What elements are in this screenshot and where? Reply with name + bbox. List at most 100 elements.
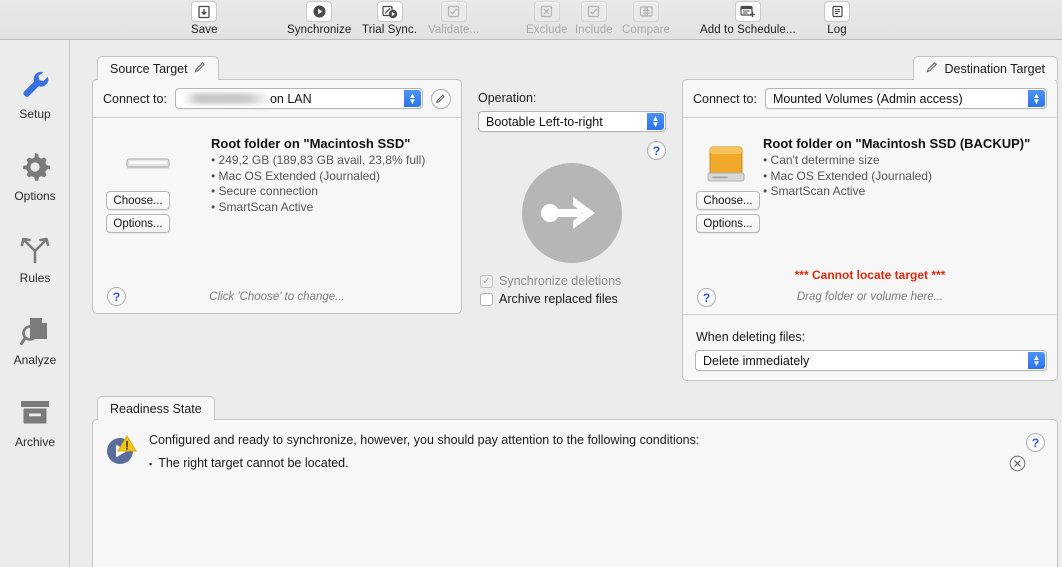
- redacted-hostname: [182, 93, 267, 104]
- operation-value: Bootable Left-to-right: [486, 114, 603, 129]
- toolbar-button-add-to-schedule[interactable]: Add to Schedule...: [700, 0, 796, 40]
- source-connect-value: on LAN: [269, 91, 312, 106]
- readiness-message: Configured and ready to synchronize, how…: [149, 433, 700, 447]
- toolbar-button-validate[interactable]: Validate...: [428, 0, 479, 40]
- sidebar-item-analyze[interactable]: Analyze: [0, 304, 70, 374]
- mac-mini-icon: [125, 152, 171, 181]
- tab-readiness-state-label: Readiness State: [110, 401, 202, 416]
- destination-detail-0: • Can't determine size: [763, 153, 880, 167]
- source-detail-3: • SmartScan Active: [211, 199, 314, 214]
- toolbar-button-include[interactable]: Include: [575, 0, 613, 40]
- synchronize-deletions-label: Synchronize deletions: [499, 274, 622, 288]
- operation-label: Operation:: [478, 91, 537, 105]
- close-circle-icon[interactable]: [1009, 455, 1026, 477]
- tab-destination-target[interactable]: Destination Target: [913, 56, 1058, 80]
- toolbar-label-save: Save: [191, 24, 218, 36]
- toolbar-button-save[interactable]: Save: [191, 0, 218, 40]
- destination-options-button[interactable]: Options...: [696, 214, 760, 233]
- source-detail-2: • Secure connection: [211, 184, 318, 198]
- archive-icon: [19, 394, 51, 432]
- destination-delete-combo[interactable]: Delete immediately ▲ ▼: [695, 350, 1047, 371]
- wrench-icon: [18, 66, 52, 104]
- destination-connect-value: Mounted Volumes (Admin access): [772, 91, 963, 106]
- toolbar-label-include: Include: [575, 24, 613, 36]
- destination-connect-label: Connect to:: [693, 91, 757, 106]
- tab-destination-target-label: Destination Target: [944, 61, 1045, 76]
- synchronize-deletions-checkbox[interactable]: ✓: [480, 274, 493, 288]
- readiness-state-panel: Configured and ready to synchronize, how…: [92, 419, 1058, 567]
- external-drive-icon: [705, 143, 747, 190]
- source-choose-button[interactable]: Choose...: [106, 191, 170, 210]
- pencil-icon: [194, 61, 206, 76]
- archive-replaced-files-checkbox[interactable]: [480, 292, 493, 306]
- tab-source-target[interactable]: Source Target: [97, 56, 219, 80]
- operation-checkboxes: ✓ Synchronize deletions Archive replaced…: [480, 274, 621, 310]
- toolbar-button-compare[interactable]: Compare: [622, 0, 670, 40]
- toolbar-button-exclude[interactable]: Exclude: [526, 0, 568, 40]
- source-connect-row: Connect to: on LAN ▲ ▼: [93, 80, 461, 118]
- operation-help-button[interactable]: ?: [647, 141, 666, 160]
- sidebar-label-archive: Archive: [14, 434, 55, 449]
- include-check-icon: [580, 1, 607, 22]
- destination-footer-hint: Drag folder or volume here...: [796, 291, 944, 303]
- archive-replaced-files-label: Archive replaced files: [499, 292, 618, 306]
- toolbar-label-trial-sync: Trial Sync.: [362, 24, 417, 36]
- checkbox-row-archive-replaced-files[interactable]: Archive replaced files: [480, 292, 621, 306]
- destination-info-details: • Can't determine size • Mac OS Extended…: [763, 153, 932, 200]
- pencil-circle-icon[interactable]: [430, 88, 451, 109]
- chevron-updown-icon[interactable]: ▲ ▼: [647, 113, 664, 130]
- toolbar-button-log[interactable]: Log: [824, 0, 850, 40]
- source-detail-0: • 249,2 GB (189,83 GB avail, 23,8% full): [211, 153, 426, 167]
- toolbar-button-synchronize[interactable]: Synchronize: [287, 0, 351, 40]
- destination-delete-value: Delete immediately: [703, 353, 810, 368]
- branch-icon: [19, 230, 51, 268]
- destination-detail-1: • Mac OS Extended (Journaled): [763, 168, 932, 183]
- source-info-details: • 249,2 GB (189,83 GB avail, 23,8% full)…: [211, 153, 425, 215]
- destination-choose-button[interactable]: Choose...: [696, 191, 760, 210]
- toolbar-button-trial-sync[interactable]: Trial Sync.: [362, 0, 417, 40]
- operation-combo[interactable]: Bootable Left-to-right ▲ ▼: [478, 111, 666, 132]
- destination-divider: [683, 314, 1057, 315]
- operation-section: Operation: Bootable Left-to-right ▲ ▼ ? ✓…: [478, 91, 668, 306]
- bullet-marker: ▪: [149, 459, 153, 469]
- toolbar: Save Synchronize Trial Sync. Validate...…: [0, 0, 1062, 40]
- source-connect-combo[interactable]: on LAN ▲ ▼: [174, 88, 423, 109]
- chevron-updown-icon[interactable]: ▲ ▼: [1028, 90, 1045, 107]
- readiness-help-button[interactable]: ?: [1026, 433, 1045, 452]
- destination-error-text: *** Cannot locate target ***: [794, 268, 946, 282]
- gear-icon: [19, 148, 51, 186]
- sidebar-item-setup[interactable]: Setup: [0, 58, 70, 128]
- source-target-panel: Connect to: on LAN ▲ ▼ Root folder on "Ma…: [92, 79, 462, 314]
- sidebar-item-archive[interactable]: Archive: [0, 386, 70, 456]
- tab-source-target-label: Source Target: [110, 61, 188, 76]
- destination-connect-combo[interactable]: Mounted Volumes (Admin access) ▲ ▼: [764, 88, 1047, 109]
- chevron-updown-icon[interactable]: ▲ ▼: [403, 90, 421, 107]
- source-options-button[interactable]: Options...: [106, 214, 170, 233]
- chevron-updown-icon[interactable]: ▲ ▼: [1028, 352, 1045, 369]
- pencil-icon: [926, 61, 938, 76]
- checkbox-row-synchronize-deletions[interactable]: ✓ Synchronize deletions: [480, 274, 621, 288]
- validate-check-icon: [440, 1, 467, 22]
- add-schedule-icon: [734, 1, 761, 22]
- destination-info-title: Root folder on "Macintosh SSD (BACKUP)": [763, 136, 1031, 151]
- analyze-icon: [19, 312, 51, 350]
- tab-readiness-state[interactable]: Readiness State: [97, 396, 215, 420]
- source-detail-1: • Mac OS Extended (Journaled): [211, 168, 380, 183]
- sidebar-item-rules[interactable]: Rules: [0, 222, 70, 292]
- arrow-right-circle-icon: [522, 163, 622, 263]
- toolbar-label-synchronize: Synchronize: [287, 24, 352, 36]
- play-warning-icon: [105, 434, 137, 471]
- save-download-icon: [191, 1, 218, 22]
- toolbar-label-add-to-schedule: Add to Schedule...: [700, 24, 796, 36]
- sidebar-item-options[interactable]: Options: [0, 140, 70, 210]
- log-icon: [824, 1, 850, 22]
- source-footer-hint: Click 'Choose' to change...: [209, 291, 345, 303]
- toolbar-label-log: Log: [827, 24, 847, 36]
- toolbar-label-validate: Validate...: [428, 24, 480, 36]
- destination-connect-row: Connect to: Mounted Volumes (Admin acces…: [683, 80, 1057, 118]
- sidebar-label-setup: Setup: [19, 106, 51, 121]
- play-circle-icon: [306, 1, 333, 22]
- toolbar-label-compare: Compare: [622, 24, 670, 36]
- sidebar-label-analyze: Analyze: [13, 352, 57, 367]
- toolbar-label-exclude: Exclude: [526, 24, 568, 36]
